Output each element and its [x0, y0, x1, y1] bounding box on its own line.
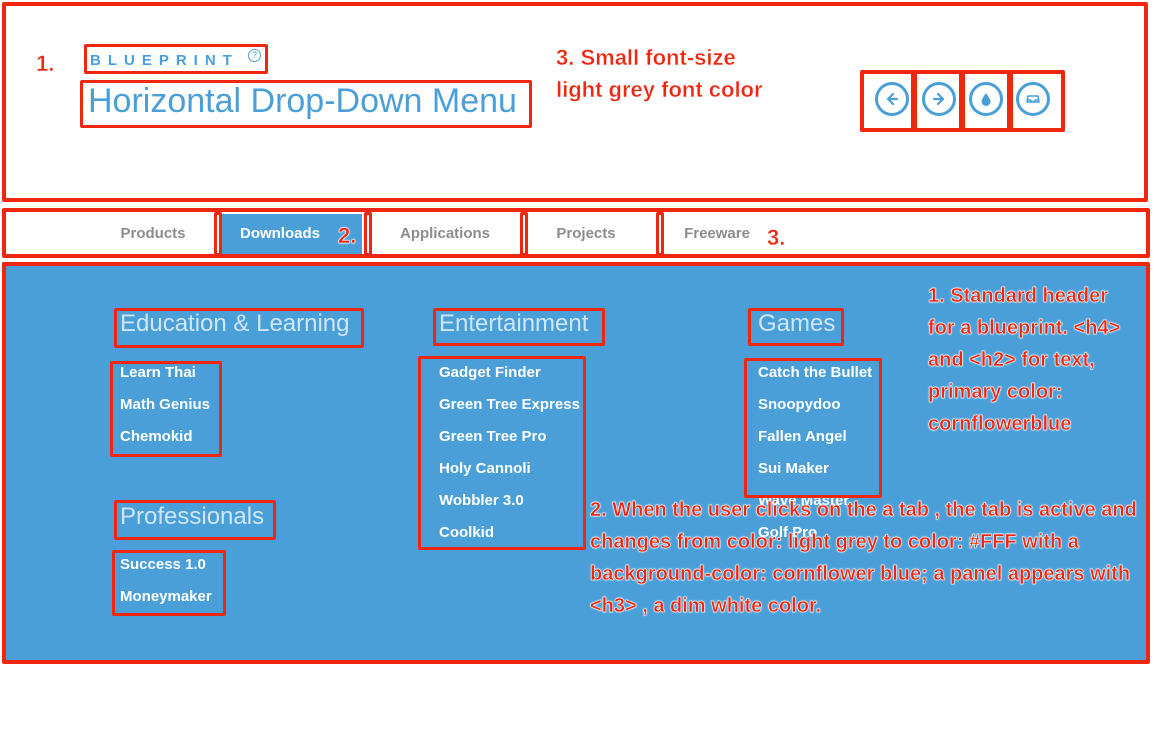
- tab-projects[interactable]: Projects: [530, 214, 642, 254]
- eyebrow-annotation-box: [84, 44, 268, 74]
- annotation-box-professionals-items: [112, 550, 226, 616]
- title-annotation-box: [80, 80, 532, 128]
- annotation-box-games-title: [748, 308, 844, 346]
- annotation-box-entertainment-title: [433, 308, 605, 346]
- annotation-box-games-items: [744, 358, 882, 498]
- annotation-note-1: 1. Standard header for a blueprint. <h4>…: [928, 285, 1121, 435]
- annotation-box-entertainment-items: [418, 356, 586, 550]
- nav-annotation-box-2: [913, 70, 963, 132]
- annotation-marker-1: 1.: [36, 51, 55, 76]
- tab-downloads-label: Downloads: [239, 225, 320, 242]
- tab-freeware[interactable]: Freeware: [662, 214, 772, 254]
- tab-products[interactable]: Products: [92, 214, 214, 254]
- nav-annotation-box-1: [860, 70, 915, 132]
- annotation-header-note: 3. Small font-size light grey font color: [556, 45, 763, 102]
- annotation-box-education-title: [114, 308, 364, 348]
- tab-applications[interactable]: Applications: [372, 214, 518, 254]
- tab-divider-annotation-2: [364, 212, 372, 256]
- annotation-box-professionals-title: [114, 500, 276, 540]
- nav-annotation-box-4: [1009, 70, 1065, 132]
- tab-divider-annotation-1: [214, 212, 222, 256]
- annotation-tab-marker-3: 3.: [767, 225, 786, 250]
- annotation-note-2: 2. When the user clicks on the a tab , t…: [590, 499, 1137, 617]
- nav-annotation-box-3: [961, 70, 1011, 132]
- annotation-tab-marker-2: 2.: [338, 223, 357, 248]
- tab-divider-annotation-4: [656, 212, 664, 256]
- tab-divider-annotation-3: [520, 212, 528, 256]
- annotation-box-education-items: [110, 361, 222, 457]
